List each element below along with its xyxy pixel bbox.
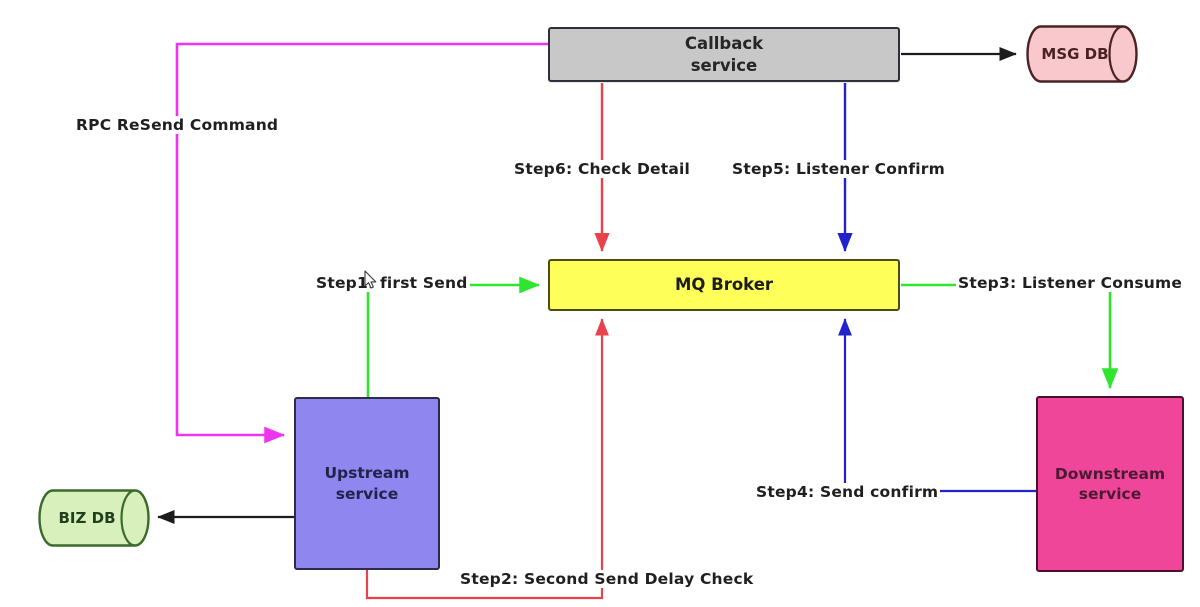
node-biz-db[interactable]: BIZ DB	[38, 489, 150, 547]
edge-label-step4: Step4: Send confirm	[754, 483, 941, 501]
diagram-canvas: Callback service MQ Broker Upstream serv…	[0, 0, 1200, 607]
edge-rpc-resend-command	[175, 42, 548, 444]
edge-step3-listener-consume	[901, 283, 1119, 390]
edge-label-rpc-resend: RPC ReSend Command	[74, 116, 281, 134]
callback-label-line1: Callback	[684, 34, 764, 54]
node-mq-broker[interactable]: MQ Broker	[548, 259, 900, 311]
edge-step1-first-send	[366, 276, 541, 397]
downstream-label-line2: service	[1078, 485, 1142, 503]
node-downstream-service-label: Downstream service	[1055, 464, 1165, 504]
callback-label-line2: service	[690, 55, 758, 75]
upstream-label-line1: Upstream	[324, 464, 410, 483]
node-biz-db-label: BIZ DB	[58, 509, 116, 527]
node-callback-service[interactable]: Callback service	[548, 27, 900, 82]
downstream-label-line1: Downstream	[1054, 464, 1166, 483]
node-upstream-service-label: Upstream service	[324, 463, 409, 503]
edge-step4-send-confirm	[837, 318, 1036, 493]
node-callback-service-label: Callback service	[685, 33, 763, 76]
node-msg-db[interactable]: MSG DB	[1026, 25, 1138, 83]
node-mq-broker-label: MQ Broker	[674, 275, 774, 295]
upstream-label-line2: service	[335, 484, 399, 503]
edge-label-step3: Step3: Listener Consume	[956, 274, 1185, 292]
edge-label-step1: Step1: first Send	[314, 274, 470, 292]
node-upstream-service[interactable]: Upstream service	[294, 397, 440, 570]
edge-label-step2: Step2: Second Send Delay Check	[458, 570, 756, 588]
node-msg-db-label: MSG DB	[1041, 45, 1109, 63]
node-downstream-service[interactable]: Downstream service	[1036, 396, 1184, 572]
edge-label-step6: Step6: Check Detail	[512, 160, 693, 178]
edge-label-step5: Step5: Listener Confirm	[730, 160, 947, 178]
